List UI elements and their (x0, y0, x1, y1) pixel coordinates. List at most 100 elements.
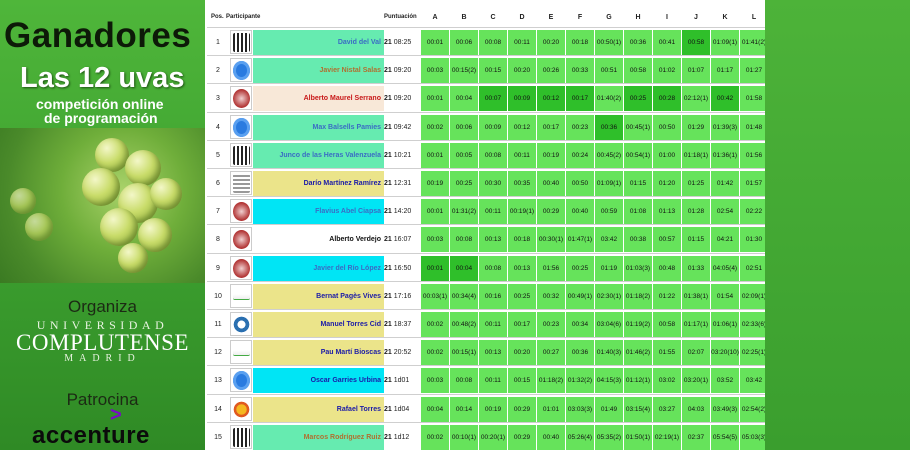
participant-name[interactable]: Darío Martínez Ramírez (253, 171, 384, 196)
banner-tagline-2: de programación (44, 110, 158, 126)
participant-name[interactable]: Alberto Maurel Serrano (253, 86, 384, 112)
grape-icon (118, 243, 148, 273)
problem-time-cell: 00:41 (653, 30, 681, 55)
problem-time-cell: 00:17 (537, 114, 565, 140)
problem-time-cell: 00:04 (450, 255, 478, 281)
problem-time-cell: 00:20 (508, 340, 536, 366)
problem-time-cell: 01:56 (740, 142, 768, 168)
participant-name[interactable]: Max Balsells Pamies (253, 114, 384, 140)
table-row[interactable]: 8 Alberto Verdejo 21 16:07 00:03 00:08 00:13 0… (207, 224, 768, 253)
participant-name[interactable]: Pau Martí Bioscas (253, 340, 384, 366)
right-decorative-strip (765, 0, 910, 450)
participant-name[interactable]: Bernat Pagès Vives (253, 283, 384, 309)
participant-name[interactable]: Rafael Torres (253, 396, 384, 422)
score-value: 21 (384, 180, 392, 187)
grape-icon (100, 208, 138, 246)
participant-name[interactable]: Marcos Rodríguez Ruiz (253, 424, 384, 450)
problem-time-cell: 01:40(2) (595, 86, 623, 112)
problem-time-cell: 00:03 (421, 227, 449, 253)
problem-time-cell: 00:20(1) (479, 424, 507, 450)
problem-time-cell: 00:38 (624, 227, 652, 253)
problem-time-cell: 03:02 (653, 368, 681, 394)
table-row[interactable]: 10 Bernat Pagès Vives 21 17:16 00:03(1) 00:3… (207, 280, 768, 309)
header-problem-d: D (519, 14, 525, 21)
university-logo (230, 171, 252, 195)
problem-time-cell: 03:20(1) (682, 368, 710, 394)
score-value: 21 (384, 67, 392, 75)
header-problem-b: B (461, 14, 467, 21)
problem-time-cell: 01:09(1) (595, 171, 623, 196)
row-position: 7 (216, 208, 220, 216)
problem-time-cell: 02:54(2) (740, 396, 768, 422)
participant-name[interactable]: Junco de las Heras Valenzuela (253, 142, 384, 168)
table-row[interactable]: 9 Javier del Río López 21 16:50 00:01 00:04 0… (207, 252, 768, 281)
table-row[interactable]: 1 David del Val 21 08:25 00:01 00:06 00:08 00:… (207, 27, 768, 55)
problem-time-cell: 00:11 (479, 312, 507, 337)
problem-time-cell: 00:03 (421, 368, 449, 394)
participant-name[interactable]: Flavius Abel Ciapsa (253, 199, 384, 225)
problem-time-cell: 01:40(3) (595, 340, 623, 366)
problem-time-cell: 02:19(1) (653, 424, 681, 450)
problem-time-cell: 00:13 (479, 227, 507, 253)
table-row[interactable]: 4 Max Balsells Pamies 21 09:42 00:02 00:06 00… (207, 111, 768, 140)
problem-time-cell: 03:42 (740, 368, 768, 394)
table-row[interactable]: 5 Junco de las Heras Valenzuela 21 10:21 00… (207, 139, 768, 168)
problem-time-cell: 01:19(2) (624, 312, 652, 337)
score-time: 1d12 (393, 433, 410, 441)
problem-time-cell: 03:03(3) (566, 396, 594, 422)
problem-time-cell: 00:57 (653, 227, 681, 253)
problem-time-cell: 00:04 (450, 86, 478, 112)
score-value: 21 (384, 321, 392, 328)
score-cell: 21 09:20 (384, 58, 420, 83)
table-row[interactable]: 14 Rafael Torres 21 1d04 00:04 00:14 00:19 00:… (207, 393, 768, 422)
table-row[interactable]: 12 Pau Martí Bioscas 21 20:52 00:02 00:15(1)… (207, 337, 768, 366)
problem-time-cell: 00:58 (682, 30, 710, 55)
participant-name[interactable]: Oscar Garries Urbina (253, 368, 384, 394)
problem-time-cell: 01:09(1) (711, 30, 739, 55)
score-cell: 21 08:25 (384, 30, 420, 55)
participant-name[interactable]: Javier del Río López (253, 255, 384, 281)
problem-time-cell: 01:58 (740, 86, 768, 112)
problem-time-cell: 00:45(1) (624, 114, 652, 140)
problem-time-cell: 00:01 (421, 142, 449, 168)
row-position: 1 (216, 39, 220, 46)
table-row[interactable]: 13 Oscar Garries Urbina 21 1d01 00:03 00:08 0… (207, 365, 768, 394)
score-cell: 21 1d04 (384, 397, 420, 422)
table-row[interactable]: 11 Manuel Torres Cid 21 18:37 00:02 00:48(2)… (207, 309, 768, 337)
problem-time-cell: 01:00 (653, 142, 681, 168)
participant-name[interactable]: Alberto Verdejo (253, 227, 384, 253)
table-row[interactable]: 7 Flavius Abel Ciapsa 21 14:20 00:01 01:31(2… (207, 196, 768, 225)
table-row[interactable]: 15 Marcos Rodríguez Ruiz 21 1d12 00:02 00:10… (207, 421, 768, 450)
problem-time-cell: 01:55 (653, 340, 681, 366)
score-time: 1d04 (393, 405, 410, 413)
problem-time-cell: 02:22 (740, 199, 768, 225)
problem-time-cell: 00:36 (624, 30, 652, 55)
patrocina-label: Patrocina (66, 390, 139, 409)
problem-time-cell: 00:48 (653, 255, 681, 281)
participant-name[interactable]: David del Val (253, 30, 384, 55)
sponsor-logo: accenture (32, 422, 150, 449)
problem-time-cell: 00:07 (479, 86, 507, 112)
table-row[interactable]: 6 Darío Martínez Ramírez 21 12:31 00:19 00:2… (207, 168, 768, 196)
row-position: 4 (216, 123, 220, 131)
header-problem-j: J (694, 14, 698, 21)
problem-time-cell: 00:19(1) (508, 199, 536, 225)
problem-time-cell: 01:33 (682, 255, 710, 281)
problem-time-cell: 01:31(2) (450, 199, 478, 225)
problem-time-cell: 00:06 (450, 114, 478, 140)
building-logo-icon (233, 174, 250, 193)
row-position: 10 (214, 292, 222, 300)
problem-time-cell: 00:25 (508, 283, 536, 309)
problem-time-cell: 01:39(3) (711, 114, 739, 140)
problem-time-cell: 00:11 (508, 30, 536, 55)
table-row[interactable]: 2 Javier Nistal Salas 21 09:20 00:03 00:15(2… (207, 55, 768, 84)
participant-name[interactable]: Manuel Torres Cid (253, 312, 384, 337)
score-value: 21 (384, 264, 392, 272)
score-cell: 21 16:50 (384, 256, 420, 281)
problem-time-cell: 01:42 (711, 171, 739, 196)
table-row[interactable]: 3 Alberto Maurel Serrano 21 09:20 00:01 00:0… (207, 83, 768, 112)
participant-name[interactable]: Javier Nistal Salas (253, 58, 384, 84)
problem-time-cell: 00:01 (421, 86, 449, 112)
university-logo (230, 199, 252, 224)
grape-icon (82, 168, 120, 206)
